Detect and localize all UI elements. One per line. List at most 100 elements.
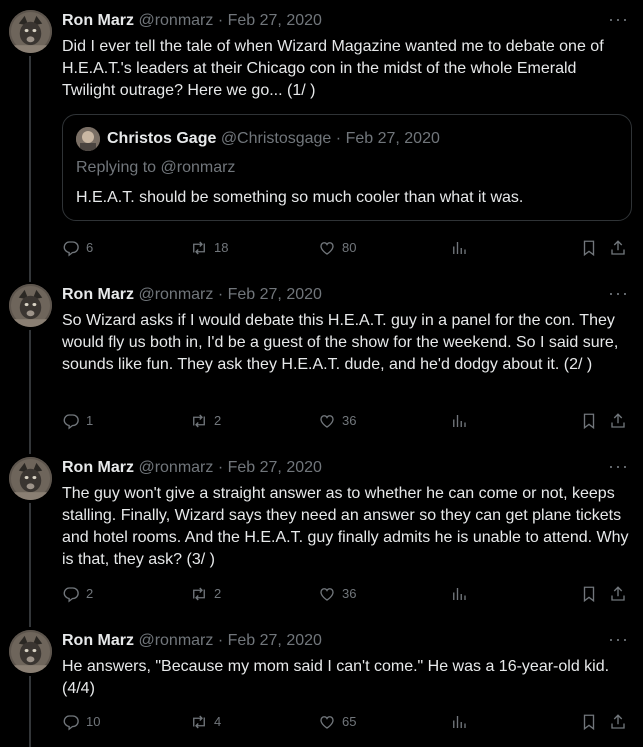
- thread-line: [29, 676, 31, 747]
- reply-button[interactable]: 1: [62, 409, 93, 433]
- action-bar: 6 18 80: [62, 236, 632, 260]
- action-bar: 2 2 36: [62, 582, 632, 606]
- author-name[interactable]: Ron Marz: [62, 459, 134, 476]
- separator: ·: [217, 12, 224, 29]
- reply-icon: [62, 412, 80, 430]
- retweet-count: 18: [214, 240, 229, 255]
- tweet-header: Ron Marz @ronmarz · Feb 27, 2020: [62, 457, 322, 479]
- share-icon: [609, 713, 627, 731]
- author-name[interactable]: Ron Marz: [62, 632, 134, 649]
- like-icon: [318, 713, 336, 731]
- tweet-text: The guy won't give a straight answer as …: [62, 485, 629, 568]
- reply-button[interactable]: 2: [62, 582, 93, 606]
- views-icon: [450, 239, 468, 257]
- like-button[interactable]: 80: [318, 236, 356, 260]
- quote-author-name: Christos Gage: [107, 130, 217, 147]
- share-button[interactable]: [609, 409, 633, 433]
- views-icon: [450, 713, 468, 731]
- avatar-image: [9, 630, 52, 673]
- author-handle[interactable]: @ronmarz: [138, 459, 213, 476]
- like-count: 80: [342, 240, 357, 255]
- avatar[interactable]: [9, 630, 52, 673]
- thread-line: [29, 330, 31, 454]
- thread-line: [29, 56, 31, 282]
- reply-count: 10: [86, 714, 101, 729]
- author-handle[interactable]: @ronmarz: [138, 286, 213, 303]
- avatar[interactable]: [9, 284, 52, 327]
- bookmark-icon: [580, 713, 598, 731]
- more-icon[interactable]: ···: [608, 630, 629, 648]
- share-button[interactable]: [609, 236, 633, 260]
- retweet-count: 2: [214, 413, 222, 428]
- tweet-header: Ron Marz @ronmarz · Feb 27, 2020: [62, 10, 322, 32]
- more-icon[interactable]: ···: [608, 457, 629, 475]
- bookmark-button[interactable]: [580, 236, 604, 260]
- action-bar: 1 2 36: [62, 409, 632, 433]
- quote-text: H.E.A.T. should be something so much coo…: [76, 189, 524, 206]
- views-icon: [450, 412, 468, 430]
- quote-date: Feb 27, 2020: [345, 130, 440, 147]
- action-bar: 10 4 65: [62, 710, 632, 734]
- retweet-button[interactable]: 2: [190, 582, 221, 606]
- like-button[interactable]: 36: [318, 409, 356, 433]
- author-name[interactable]: Ron Marz: [62, 286, 134, 303]
- reply-button[interactable]: 10: [62, 710, 100, 734]
- tweet-text: So Wizard asks if I would debate this H.…: [62, 312, 619, 373]
- retweet-icon: [190, 412, 208, 430]
- separator: ·: [217, 632, 224, 649]
- like-icon: [318, 412, 336, 430]
- avatar-image: [9, 284, 52, 327]
- bookmark-icon: [580, 412, 598, 430]
- tweet-date[interactable]: Feb 27, 2020: [228, 459, 322, 476]
- thread-line: [29, 503, 31, 627]
- separator: ·: [335, 130, 342, 147]
- share-icon: [609, 412, 627, 430]
- tweet-date[interactable]: Feb 27, 2020: [228, 286, 322, 303]
- like-button[interactable]: 65: [318, 710, 356, 734]
- retweet-button[interactable]: 18: [190, 236, 228, 260]
- separator: ·: [217, 286, 224, 303]
- reply-icon: [62, 585, 80, 603]
- views-button[interactable]: [450, 409, 474, 433]
- tweet-header: Ron Marz @ronmarz · Feb 27, 2020: [62, 284, 322, 306]
- reply-button[interactable]: 6: [62, 236, 93, 260]
- bookmark-button[interactable]: [580, 409, 604, 433]
- bookmark-button[interactable]: [580, 710, 604, 734]
- tweet-date[interactable]: Feb 27, 2020: [228, 632, 322, 649]
- tweet-date[interactable]: Feb 27, 2020: [228, 12, 322, 29]
- share-button[interactable]: [609, 582, 633, 606]
- quote-avatar: [76, 127, 100, 151]
- reply-count: 2: [86, 586, 94, 601]
- more-icon[interactable]: ···: [608, 284, 629, 302]
- reply-count: 1: [86, 413, 94, 428]
- author-handle[interactable]: @ronmarz: [138, 12, 213, 29]
- tweet-header: Ron Marz @ronmarz · Feb 27, 2020: [62, 630, 322, 652]
- quote-author-handle: @Christosgage: [220, 130, 332, 147]
- tweet-text: Did I ever tell the tale of when Wizard …: [62, 38, 604, 99]
- views-button[interactable]: [450, 710, 474, 734]
- more-icon[interactable]: ···: [608, 10, 629, 28]
- like-icon: [318, 239, 336, 257]
- views-icon: [450, 585, 468, 603]
- retweet-button[interactable]: 2: [190, 409, 221, 433]
- like-button[interactable]: 36: [318, 582, 356, 606]
- share-button[interactable]: [609, 710, 633, 734]
- avatar[interactable]: [9, 10, 52, 53]
- views-button[interactable]: [450, 236, 474, 260]
- separator: ·: [217, 459, 224, 476]
- retweet-button[interactable]: 4: [190, 710, 221, 734]
- like-count: 65: [342, 714, 357, 729]
- author-name[interactable]: Ron Marz: [62, 12, 134, 29]
- quote-avatar-image: [76, 127, 100, 151]
- like-count: 36: [342, 413, 357, 428]
- avatar[interactable]: [9, 457, 52, 500]
- author-handle[interactable]: @ronmarz: [138, 632, 213, 649]
- share-icon: [609, 239, 627, 257]
- retweet-count: 2: [214, 586, 222, 601]
- views-button[interactable]: [450, 582, 474, 606]
- bookmark-button[interactable]: [580, 582, 604, 606]
- reply-icon: [62, 713, 80, 731]
- avatar-image: [9, 457, 52, 500]
- bookmark-icon: [580, 239, 598, 257]
- quoted-tweet[interactable]: Christos Gage @Christosgage · Feb 27, 20…: [62, 114, 632, 221]
